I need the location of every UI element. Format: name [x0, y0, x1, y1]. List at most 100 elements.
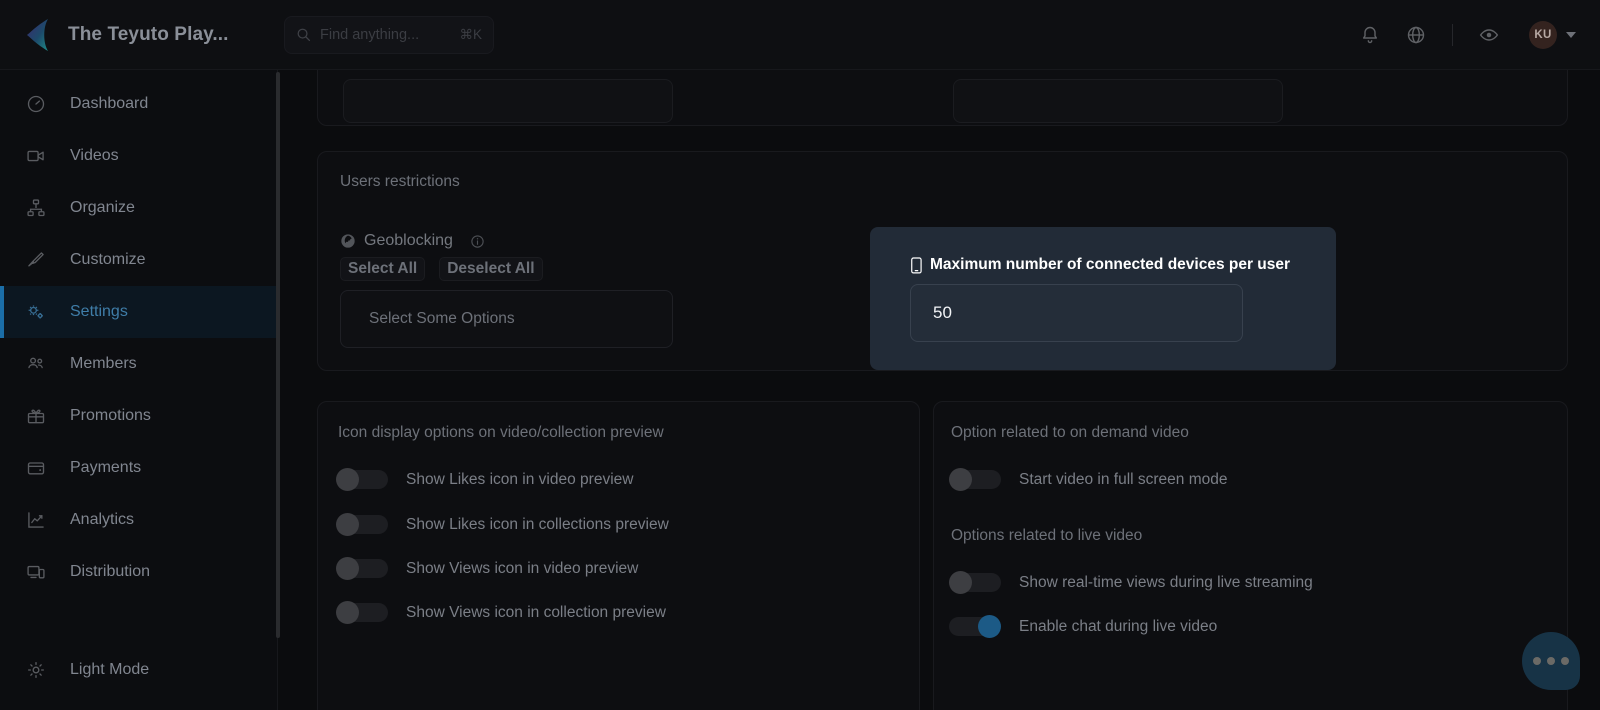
- sun-gear-icon: [28, 662, 44, 678]
- toggle-label: Show Likes icon in video preview: [406, 470, 634, 488]
- sidebar-item-members[interactable]: Members: [0, 338, 277, 390]
- sidebar-item-dashboard[interactable]: Dashboard: [0, 78, 277, 130]
- toggle-show-realtime-views-live[interactable]: Show real-time views during live streami…: [949, 571, 1313, 594]
- sitemap-icon: [27, 199, 45, 217]
- geoblocking-row: Geoblocking: [340, 232, 485, 250]
- sidebar-item-label: Organize: [70, 199, 135, 216]
- icon-display-options-card: Icon display options on video/collection…: [317, 401, 920, 710]
- toolbar-divider: [1452, 23, 1453, 46]
- toggle-switch[interactable]: [336, 601, 388, 624]
- chat-dots-icon: [1561, 657, 1569, 665]
- sidebar-item-label: Distribution: [70, 563, 151, 580]
- on-demand-title: Option related to on demand video: [951, 424, 1189, 441]
- sidebar-item-label: Videos: [70, 147, 119, 164]
- sidebar-item-promotions[interactable]: Promotions: [0, 390, 277, 442]
- toggle-show-likes-collections-preview[interactable]: Show Likes icon in collections preview: [336, 513, 669, 536]
- max-devices-title: Maximum number of connected devices per …: [930, 256, 1291, 273]
- globe-icon: [341, 234, 355, 248]
- max-devices-panel: Maximum number of connected devices per …: [870, 227, 1336, 370]
- sidebar-item-label: Dashboard: [70, 95, 149, 112]
- chat-dots-icon: [1547, 657, 1555, 665]
- users-icon: [28, 357, 43, 369]
- geoblocking-multiselect[interactable]: Select Some Options: [340, 290, 673, 348]
- toggle-switch[interactable]: [336, 557, 388, 580]
- info-circle-icon[interactable]: [470, 234, 485, 249]
- sidebar-item-settings[interactable]: Settings: [0, 286, 277, 338]
- max-devices-value: 50: [933, 303, 952, 322]
- avatar: KU: [1529, 20, 1557, 49]
- sidebar: Dashboard Videos Organize Customize Sett…: [0, 70, 278, 710]
- toggle-show-views-video-preview[interactable]: Show Views icon in video preview: [336, 557, 638, 580]
- search-placeholder: Find anything...: [320, 26, 420, 43]
- devices-icon: [27, 565, 45, 579]
- deselect-all-button[interactable]: Deselect All: [439, 257, 543, 281]
- toggle-label: Show Views icon in video preview: [406, 559, 639, 577]
- toggle-switch[interactable]: [949, 468, 1001, 491]
- search-input[interactable]: Find anything... ⌘K: [284, 15, 494, 54]
- toggle-show-likes-video-preview[interactable]: Show Likes icon in video preview: [336, 468, 633, 491]
- chat-dots-icon: [1533, 657, 1541, 665]
- toggle-switch[interactable]: [949, 615, 1001, 638]
- video-options-card: Option related to on demand video Start …: [933, 401, 1568, 710]
- sidebar-item-label: Light Mode: [70, 661, 150, 678]
- preview-eye-icon[interactable]: [1479, 25, 1499, 45]
- geoblocking-bulk-actions: Select All Deselect All: [340, 257, 543, 281]
- sidebar-item-distribution[interactable]: Distribution: [0, 546, 277, 598]
- toggle-show-views-collection-preview[interactable]: Show Views icon in collection preview: [336, 601, 666, 624]
- mobile-phone-icon: [911, 256, 922, 273]
- toggle-label: Show Likes icon in collections preview: [406, 515, 669, 533]
- account-menu[interactable]: KU: [1529, 20, 1576, 49]
- brand-name: The Teyuto Play...: [68, 23, 229, 45]
- content-scrollbar[interactable]: [276, 72, 280, 638]
- sidebar-item-videos[interactable]: Videos: [0, 130, 277, 182]
- chevron-down-icon: [1566, 31, 1576, 38]
- select-all-button[interactable]: Select All: [340, 257, 426, 281]
- sidebar-item-label: Members: [70, 355, 137, 372]
- top-bar-actions: KU: [1360, 20, 1600, 49]
- language-globe-icon[interactable]: [1406, 25, 1426, 45]
- toggle-switch[interactable]: [949, 571, 1001, 594]
- partial-input-right[interactable]: [953, 79, 1283, 123]
- chat-support-button[interactable]: [1522, 632, 1580, 690]
- sidebar-item-payments[interactable]: Payments: [0, 442, 277, 494]
- sidebar-item-label: Analytics: [70, 511, 135, 528]
- live-video-title: Options related to live video: [951, 527, 1143, 544]
- geoblocking-label: Geoblocking: [364, 232, 453, 249]
- wallet-icon: [27, 462, 45, 475]
- sidebar-item-customize[interactable]: Customize: [0, 234, 277, 286]
- toggle-enable-chat-live[interactable]: Enable chat during live video: [949, 615, 1217, 638]
- max-devices-input[interactable]: 50: [910, 284, 1243, 342]
- search-icon: [297, 28, 311, 42]
- geoblocking-multiselect-placeholder: Select Some Options: [369, 310, 515, 327]
- search-shortcut: ⌘K: [459, 26, 482, 42]
- teyuto-logo-icon: [27, 18, 48, 51]
- toggle-switch[interactable]: [336, 468, 388, 491]
- chart-line-icon: [28, 512, 44, 528]
- users-restrictions-title: Users restrictions: [340, 173, 460, 190]
- toggle-label: Show Views icon in collection preview: [406, 603, 666, 621]
- gift-icon: [27, 409, 45, 424]
- sidebar-item-label: Payments: [70, 459, 142, 476]
- partial-card-above: [317, 70, 1568, 126]
- top-bar: The Teyuto Play... Find anything... ⌘K K…: [0, 0, 1600, 70]
- sidebar-item-label: Settings: [70, 303, 128, 320]
- max-devices-heading: Maximum number of connected devices per …: [910, 256, 1290, 274]
- toggle-label: Start video in full screen mode: [1019, 470, 1228, 488]
- partial-input-left[interactable]: [343, 79, 673, 123]
- toggle-label: Show real-time views during live streami…: [1019, 573, 1313, 591]
- sidebar-item-analytics[interactable]: Analytics: [0, 494, 277, 546]
- icon-display-title: Icon display options on video/collection…: [338, 424, 664, 441]
- toggle-switch[interactable]: [336, 513, 388, 536]
- notifications-bell-icon[interactable]: [1360, 25, 1380, 45]
- settings-content: Users restrictions Geoblocking Select Al…: [279, 70, 1600, 710]
- brand[interactable]: The Teyuto Play...: [0, 15, 278, 55]
- gears-icon: [28, 305, 43, 319]
- video-camera-icon: [27, 150, 44, 162]
- toggle-start-video-fullscreen[interactable]: Start video in full screen mode: [949, 468, 1228, 491]
- sidebar-item-organize[interactable]: Organize: [0, 182, 277, 234]
- sidebar-item-label: Customize: [70, 251, 146, 268]
- brush-icon: [28, 252, 44, 267]
- sidebar-item-light-mode[interactable]: Light Mode: [0, 644, 277, 696]
- toggle-label: Enable chat during live video: [1019, 617, 1218, 635]
